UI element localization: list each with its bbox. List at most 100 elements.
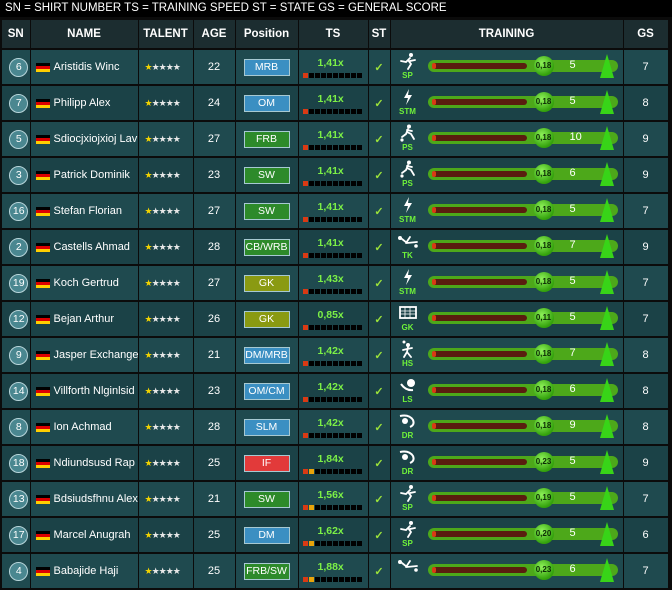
name-cell[interactable]: Marcel Anugrah	[30, 517, 139, 554]
arrow-up-icon[interactable]	[599, 378, 614, 402]
player-name[interactable]: Patrick Dominik	[54, 169, 130, 181]
arrow-up-icon[interactable]	[599, 414, 614, 438]
arrow-up-icon[interactable]	[599, 90, 614, 114]
name-cell[interactable]: Bdsiudsfhnu Alex	[30, 481, 139, 518]
arrow-up-icon[interactable]	[599, 342, 614, 366]
arrow-up-icon[interactable]	[599, 162, 614, 186]
name-cell[interactable]: Castells Ahmad	[30, 229, 139, 266]
ts-bar-segment	[332, 432, 338, 438]
player-name[interactable]: Aristidis Winc	[54, 61, 120, 73]
arrow-up-icon[interactable]	[599, 450, 614, 474]
arrow-up-icon[interactable]	[599, 486, 614, 510]
running-icon[interactable]	[397, 520, 419, 538]
name-cell[interactable]: Philipp Alex	[30, 85, 139, 122]
name-cell[interactable]: Patrick Dominik	[30, 157, 139, 194]
player-name[interactable]: Bejan Arthur	[54, 313, 115, 325]
table-row[interactable]: 5 Sdiocjxiojxioj Lav ★★★★★ 27 FRB 1,41x ✓ PS 0,1…	[2, 121, 669, 158]
training-code: SP	[402, 539, 413, 548]
table-row[interactable]: 8 Ion Achmad ★★★★★ 28 SLM 1,42x ✓ DR 0,18 9 8	[2, 409, 669, 446]
header-gs[interactable]: GS	[623, 20, 669, 50]
table-row[interactable]: 17 Marcel Anugrah ★★★★★ 25 DM 1,62x ✓ SP 0,20 5 6	[2, 517, 669, 554]
name-cell[interactable]: Villforth Nlginlsid	[30, 373, 139, 410]
training-speed-bar	[302, 360, 368, 366]
table-row[interactable]: 6 Aristidis Winc ★★★★★ 22 MRB 1,41x ✓ SP 0,18 5 7	[2, 49, 669, 86]
table-row[interactable]: 14 Villforth Nlginlsid ★★★★★ 23 OM/CM 1,42x ✓ L…	[2, 373, 669, 410]
dribbling-icon[interactable]	[397, 448, 419, 466]
arrow-up-icon[interactable]	[599, 54, 614, 78]
player-name[interactable]: Babajide Haji	[54, 565, 119, 577]
running-icon[interactable]	[397, 484, 419, 502]
training-progress-bar	[431, 315, 527, 321]
header-ts[interactable]: TS	[298, 20, 369, 50]
table-row[interactable]: 3 Patrick Dominik ★★★★★ 23 SW 1,41x ✓ PS 0,18 6 9	[2, 157, 669, 194]
gs-cell: 8	[623, 85, 669, 122]
name-cell[interactable]: Bejan Arthur	[30, 301, 139, 338]
table-row[interactable]: 13 Bdsiudsfhnu Alex ★★★★★ 21 SW 1,56x ✓ SP 0,19 5…	[2, 481, 669, 518]
header-sn[interactable]: SN	[2, 20, 31, 50]
player-name[interactable]: Ion Achmad	[54, 421, 112, 433]
player-name[interactable]: Koch Gertrud	[54, 277, 119, 289]
header-talent[interactable]: TALENT	[138, 20, 194, 50]
player-name[interactable]: Philipp Alex	[54, 97, 111, 109]
name-cell[interactable]: Ndiundsusd Rap	[30, 445, 139, 482]
player-name[interactable]: Jasper Exchange	[54, 349, 138, 361]
arrow-up-icon[interactable]	[599, 522, 614, 546]
lightning-icon[interactable]	[397, 88, 419, 106]
passing-icon[interactable]	[397, 124, 419, 142]
goal-icon[interactable]	[397, 304, 419, 322]
name-cell[interactable]: Jasper Exchange	[30, 337, 139, 374]
name-cell[interactable]: Koch Gertrud	[30, 265, 139, 302]
ts-bar-segment	[326, 432, 332, 438]
table-row[interactable]: 9 Jasper Exchange ★★★★★ 21 DM/MRB 1,42x ✓ HS 0,1…	[2, 337, 669, 374]
training-cell: SP 0,19 5	[390, 481, 624, 518]
training-cell: SP 0,18 5	[390, 49, 624, 86]
player-name[interactable]: Bdsiudsfhnu Alex	[54, 493, 138, 505]
table-row[interactable]: 19 Koch Gertrud ★★★★★ 27 GK 1,43x ✓ STM 0,18 5 7	[2, 265, 669, 302]
ts-bar-segment	[326, 540, 332, 546]
lightning-icon[interactable]	[397, 196, 419, 214]
player-name[interactable]: Stefan Florian	[54, 205, 122, 217]
table-row[interactable]: 7 Philipp Alex ★★★★★ 24 OM 1,41x ✓ STM 0,18 5 8	[2, 85, 669, 122]
arrow-up-icon[interactable]	[599, 126, 614, 150]
ts-bar-segment	[314, 432, 320, 438]
longshot-icon[interactable]	[397, 376, 419, 394]
passing-icon[interactable]	[397, 160, 419, 178]
name-cell[interactable]: Sdiocjxiojxioj Lav	[30, 121, 139, 158]
player-name[interactable]: Castells Ahmad	[54, 241, 130, 253]
ts-bar-segment	[332, 216, 338, 222]
name-cell[interactable]: Ion Achmad	[30, 409, 139, 446]
header-position[interactable]: Position	[235, 20, 299, 50]
arrow-up-icon[interactable]	[599, 234, 614, 258]
arrow-up-icon[interactable]	[599, 198, 614, 222]
player-name[interactable]: Villforth Nlginlsid	[54, 385, 135, 397]
ts-cell: 1,84x	[298, 445, 369, 482]
player-name[interactable]: Marcel Anugrah	[54, 529, 131, 541]
header-age[interactable]: AGE	[193, 20, 236, 50]
header-icon[interactable]	[397, 340, 419, 358]
name-cell[interactable]: Babajide Haji	[30, 553, 139, 590]
lightning-icon[interactable]	[397, 268, 419, 286]
training-speed-bar	[302, 216, 368, 222]
tackle-icon[interactable]	[397, 556, 419, 574]
table-row[interactable]: 18 Ndiundsusd Rap ★★★★★ 25 IF 1,84x ✓ DR 0,23 5 9	[2, 445, 669, 482]
name-cell[interactable]: Stefan Florian	[30, 193, 139, 230]
table-row[interactable]: 4 Babajide Haji ★★★★★ 25 FRB/SW 1,88x ✓ 0,23 6 7	[2, 553, 669, 590]
training-code: GK	[401, 323, 414, 332]
running-icon[interactable]	[397, 52, 419, 70]
header-name[interactable]: NAME	[30, 20, 139, 50]
dribbling-icon[interactable]	[397, 412, 419, 430]
table-row[interactable]: 12 Bejan Arthur ★★★★★ 26 GK 0,85x ✓ GK 0,11 5 7	[2, 301, 669, 338]
table-row[interactable]: 16 Stefan Florian ★★★★★ 27 SW 1,41x ✓ STM 0,18 5 7	[2, 193, 669, 230]
table-row[interactable]: 2 Castells Ahmad ★★★★★ 28 CB/WRB 1,41x ✓ TK 0,18…	[2, 229, 669, 266]
arrow-up-icon[interactable]	[599, 558, 614, 582]
arrow-up-icon[interactable]	[599, 306, 614, 330]
training-progress-bar	[431, 243, 527, 249]
player-name[interactable]: Ndiundsusd Rap	[54, 457, 135, 469]
tackle-icon[interactable]	[397, 232, 419, 250]
name-cell[interactable]: Aristidis Winc	[30, 49, 139, 86]
header-st[interactable]: ST	[368, 20, 391, 50]
ts-bar-segment	[302, 468, 308, 474]
player-name[interactable]: Sdiocjxiojxioj Lav	[54, 133, 138, 145]
training-speed-value: 1,41x	[317, 56, 344, 69]
arrow-up-icon[interactable]	[599, 270, 614, 294]
